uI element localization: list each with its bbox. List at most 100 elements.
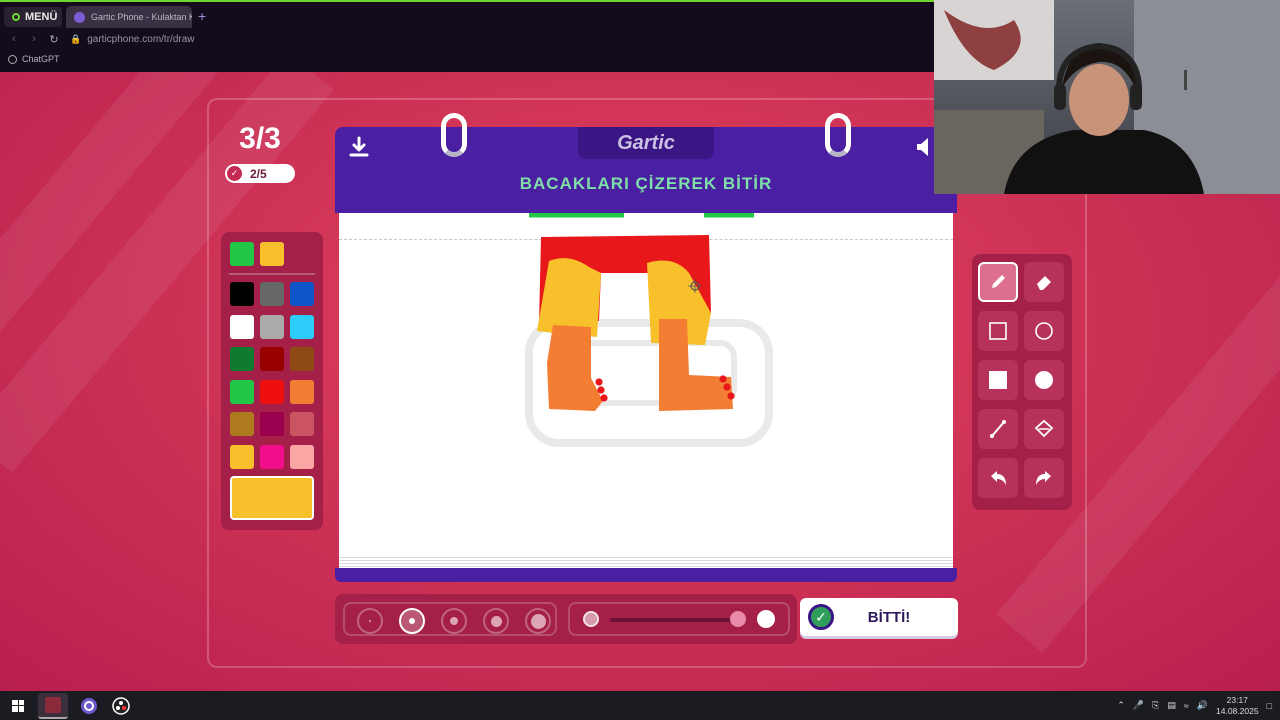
wifi-icon[interactable]: ≈ xyxy=(1184,701,1189,711)
notebook-ring xyxy=(825,113,851,157)
redo-icon xyxy=(1036,471,1051,485)
webcam-overlay xyxy=(934,0,1280,194)
brush-size-4[interactable] xyxy=(483,608,509,634)
palette-color-swatch[interactable] xyxy=(290,282,314,306)
windows-taskbar: ⌃ 🎤 ⎘ ▤ ≈ 🔊 23:17 14.08.2025 □ xyxy=(0,691,1280,720)
undo-button[interactable] xyxy=(978,458,1018,498)
selected-color-preview xyxy=(230,476,314,520)
pencil-tool[interactable] xyxy=(978,262,1018,302)
palette-color-swatch[interactable] xyxy=(290,412,314,436)
taskbar-app-opera-gx[interactable] xyxy=(74,693,104,719)
crosshair-cursor-icon xyxy=(688,279,702,293)
gartic-favicon-icon xyxy=(74,11,85,23)
new-tab-button[interactable]: + xyxy=(198,8,206,24)
palette-color-swatch[interactable] xyxy=(260,282,284,306)
palette-color-swatch[interactable] xyxy=(290,314,314,339)
app-thumbnail-icon xyxy=(45,696,61,713)
notebook-ring xyxy=(441,113,467,157)
opacity-track[interactable] xyxy=(610,618,740,622)
download-icon[interactable] xyxy=(347,135,371,159)
ellipse-filled-icon xyxy=(1035,371,1053,389)
notification-icon[interactable]: □ xyxy=(1267,701,1272,711)
done-button[interactable]: ✓ BİTTİ! xyxy=(800,598,958,636)
players-done-count: 2/5 xyxy=(250,166,267,181)
tray-chevron-up-icon[interactable]: ⌃ xyxy=(1117,700,1125,711)
tab-title: Gartic Phone - Kulaktan K xyxy=(91,12,192,22)
fill-bucket-icon xyxy=(1034,419,1054,438)
usb-icon[interactable]: ⎘ xyxy=(1152,700,1159,711)
players-done-badge: ✓ 2/5 xyxy=(225,164,295,183)
palette-divider xyxy=(229,273,315,275)
done-button-label: BİTTİ! xyxy=(867,608,911,626)
volume-icon[interactable]: 🔊 xyxy=(1197,700,1208,711)
back-icon[interactable]: ‹ xyxy=(8,33,20,45)
clock-time: 23:17 xyxy=(1226,694,1248,705)
palette-color-swatch[interactable] xyxy=(230,314,254,339)
brush-size-3[interactable] xyxy=(441,608,467,634)
forward-icon[interactable]: › xyxy=(28,33,40,45)
drawing-canvas[interactable] xyxy=(339,213,953,559)
palette-color-swatch[interactable] xyxy=(260,314,284,339)
microphone-icon[interactable]: 🎤 xyxy=(1133,700,1144,711)
undo-icon xyxy=(991,471,1006,485)
browser-tab-gartic[interactable]: Gartic Phone - Kulaktan K xyxy=(66,6,192,28)
url-field[interactable]: garticphone.com/tr/draw xyxy=(87,34,194,45)
obs-icon xyxy=(112,696,130,715)
redo-button[interactable] xyxy=(1024,458,1064,498)
check-icon: ✓ xyxy=(808,604,834,630)
recent-color-swatch[interactable] xyxy=(230,242,254,266)
opacity-max-icon xyxy=(757,610,775,628)
brush-size-5[interactable] xyxy=(525,608,551,634)
taskbar-clock[interactable]: 23:17 14.08.2025 xyxy=(1216,695,1259,717)
recent-color-swatch[interactable] xyxy=(260,242,284,266)
reload-icon[interactable]: ↻ xyxy=(48,33,60,46)
line-tool[interactable] xyxy=(978,409,1018,449)
palette-color-swatch[interactable] xyxy=(260,379,284,404)
rectangle-filled-icon xyxy=(989,371,1007,389)
palette-color-swatch[interactable] xyxy=(230,347,254,371)
bookmark-item-chatgpt[interactable]: ChatGPT xyxy=(0,50,60,68)
brush-size-1[interactable] xyxy=(357,608,383,634)
palette-color-swatch[interactable] xyxy=(230,282,254,306)
bookmark-label: ChatGPT xyxy=(22,54,60,64)
brush-size-2[interactable] xyxy=(399,608,425,634)
taskbar-app-game[interactable] xyxy=(38,692,68,719)
palette-color-swatch[interactable] xyxy=(230,444,254,469)
palette-color-swatch[interactable] xyxy=(230,379,254,404)
ellipse-outline-tool[interactable] xyxy=(1024,311,1064,351)
palette-color-swatch[interactable] xyxy=(290,347,314,371)
system-tray: ⌃ 🎤 ⎘ ▤ ≈ 🔊 23:17 14.08.2025 □ xyxy=(1117,691,1272,720)
taskbar-app-obs[interactable] xyxy=(106,693,136,719)
rectangle-filled-tool[interactable] xyxy=(978,360,1018,400)
chatgpt-icon xyxy=(8,54,17,64)
palette-color-swatch[interactable] xyxy=(260,444,284,469)
windows-start-icon[interactable] xyxy=(12,699,24,712)
opacity-slider-handle[interactable] xyxy=(730,611,746,627)
brush-size-selector xyxy=(343,602,557,636)
rectangle-outline-tool[interactable] xyxy=(978,311,1018,351)
notebook-bottom xyxy=(335,568,957,582)
palette-color-swatch[interactable] xyxy=(260,347,284,371)
tool-panel xyxy=(972,254,1072,510)
eraser-tool[interactable] xyxy=(1024,262,1064,302)
speaker-icon[interactable] xyxy=(915,137,933,157)
network-icon[interactable]: ▤ xyxy=(1167,700,1176,711)
check-icon: ✓ xyxy=(227,166,242,181)
palette-color-swatch[interactable] xyxy=(290,379,314,404)
palette-color-swatch[interactable] xyxy=(260,412,284,436)
ellipse-filled-tool[interactable] xyxy=(1024,360,1064,400)
brush-controls xyxy=(335,594,797,644)
lock-icon: 🔒 xyxy=(70,33,82,44)
opera-logo-icon xyxy=(12,13,20,21)
opacity-slider[interactable] xyxy=(568,602,790,636)
webcam-image xyxy=(934,0,1280,194)
palette-color-swatch[interactable] xyxy=(230,412,254,436)
browser-menu-button[interactable]: MENÜ xyxy=(4,7,62,27)
drawing xyxy=(525,213,773,447)
opacity-min-icon xyxy=(583,611,599,627)
drawing-prompt: BACAKLARI ÇİZEREK BİTİR xyxy=(519,174,773,193)
line-icon xyxy=(990,420,1006,438)
opera-gx-icon xyxy=(81,697,97,714)
fill-bucket-tool[interactable] xyxy=(1024,409,1064,449)
palette-color-swatch[interactable] xyxy=(290,444,314,469)
